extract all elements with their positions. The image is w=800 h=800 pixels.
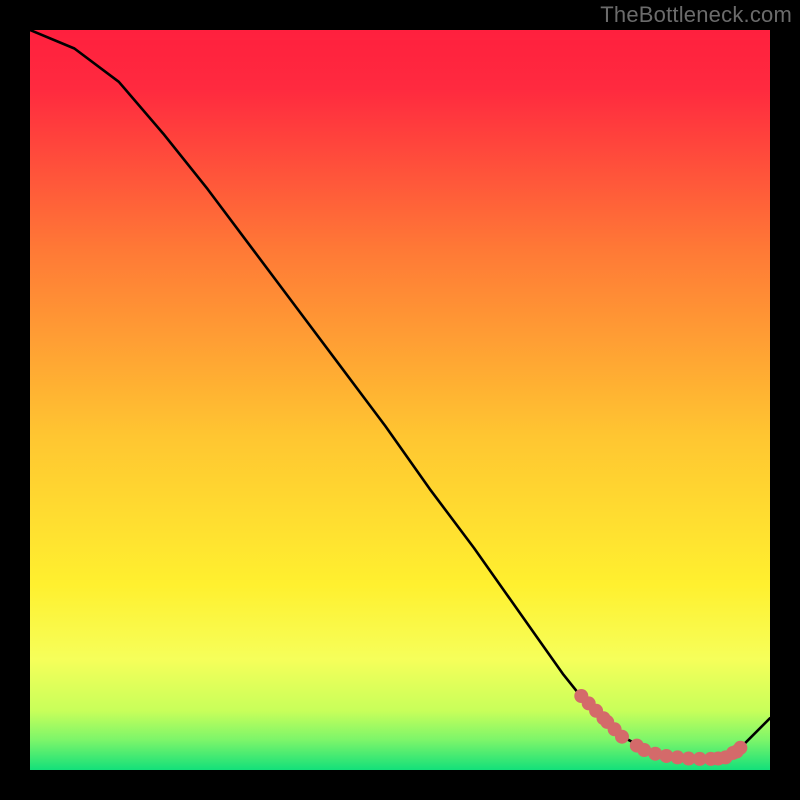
gradient-background — [30, 30, 770, 770]
attribution-label: TheBottleneck.com — [600, 2, 792, 28]
curve-marker — [615, 730, 629, 744]
chart-frame: TheBottleneck.com — [0, 0, 800, 800]
curve-marker — [730, 745, 744, 759]
chart-svg — [30, 30, 770, 770]
bottleneck-curve-plot — [30, 30, 770, 770]
